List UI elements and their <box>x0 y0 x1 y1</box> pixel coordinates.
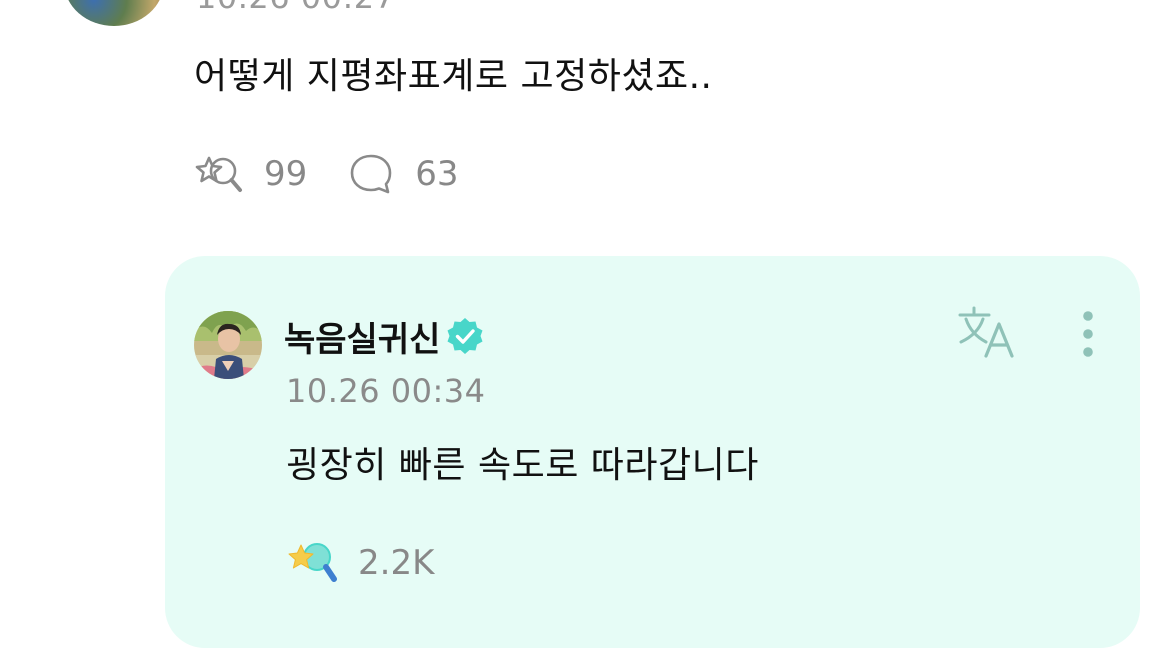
reaction-count: 2.2K <box>358 543 435 583</box>
reply-author-name[interactable]: 녹음실귀신 <box>284 312 440 361</box>
reply-button[interactable]: 63 <box>345 150 459 198</box>
more-options-button[interactable] <box>1071 308 1105 364</box>
star-magnifier-icon <box>286 537 340 589</box>
cheer-icon <box>194 150 246 198</box>
translate-icon <box>956 304 1018 364</box>
reply-author-row: 녹음실귀신 <box>284 312 486 360</box>
parent-comment-actions: 99 63 <box>194 150 459 198</box>
more-vertical-icon <box>1081 309 1095 363</box>
cheer-count: 99 <box>264 154 308 194</box>
verified-badge-icon <box>444 315 486 357</box>
reply-author-avatar[interactable] <box>194 311 262 379</box>
reply-timestamp: 10.26 00:34 <box>286 372 486 410</box>
parent-comment-text: 어떻게 지평좌표계로 고정하셨죠.. <box>194 56 713 97</box>
cheer-button[interactable]: 99 <box>194 150 307 198</box>
reply-text: 굉장히 빠른 속도로 따라갑니다 <box>286 445 759 486</box>
reply-card: 녹음실귀신 10.26 00:34 굉장히 빠른 속도로 따라갑니다 2.2K <box>165 256 1140 648</box>
reply-count: 63 <box>415 154 459 194</box>
parent-comment-avatar[interactable] <box>64 0 164 26</box>
speech-bubble-icon <box>345 150 397 198</box>
translate-button[interactable] <box>955 304 1019 364</box>
parent-comment-timestamp: 10.26 00:27 <box>196 0 396 16</box>
reaction-button[interactable]: 2.2K <box>286 539 434 587</box>
